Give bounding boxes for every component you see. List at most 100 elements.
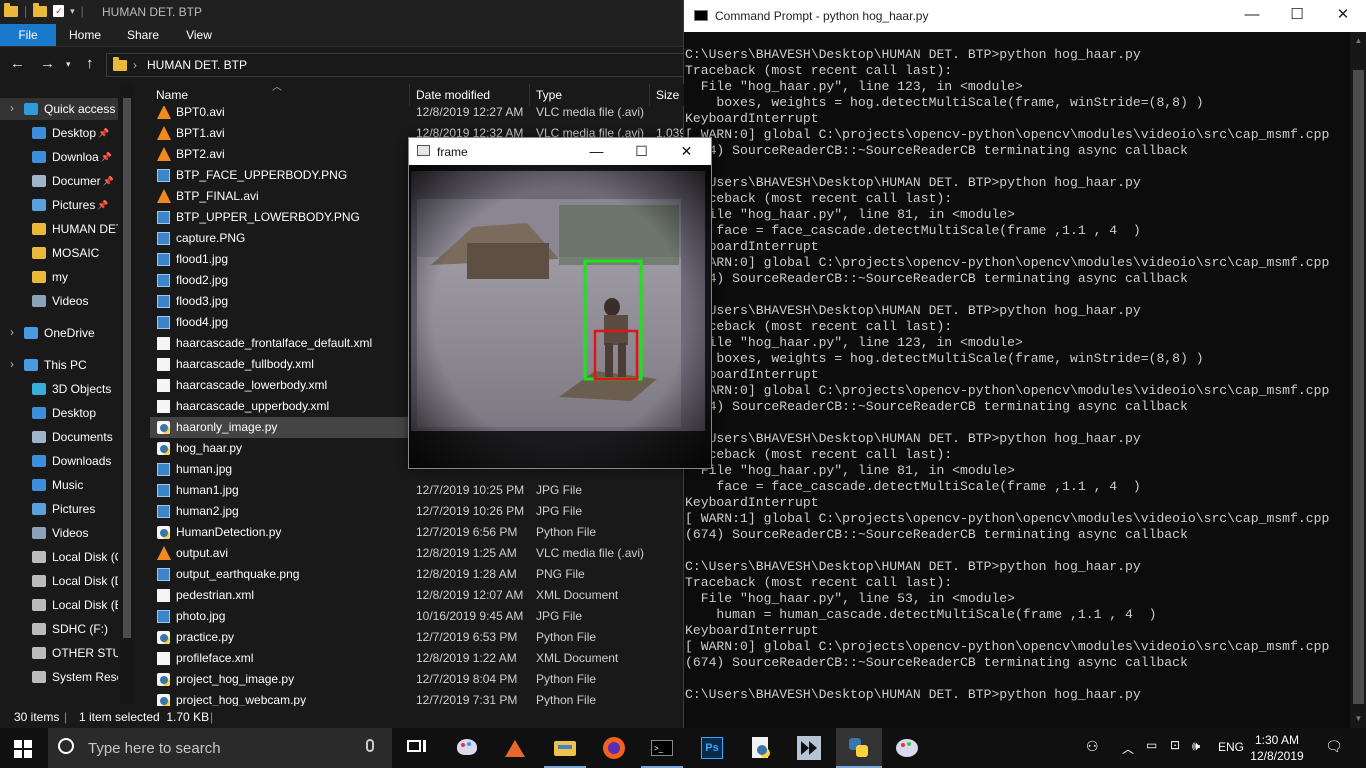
nav-item[interactable]: Local Disk (D xyxy=(0,570,118,592)
file-row[interactable]: pedestrian.xml 12/8/2019 12:07 AM XML Docu… xyxy=(150,585,684,606)
tab-file[interactable]: File xyxy=(0,24,56,46)
nav-item-label: System Rese xyxy=(52,670,118,684)
nav-item[interactable]: Downloads xyxy=(0,450,118,472)
notifications-icon[interactable]: 🗨 xyxy=(1325,738,1343,755)
file-row[interactable]: output.avi 12/8/2019 1:25 AM VLC media fil… xyxy=(150,543,684,564)
people-icon[interactable]: ⚇ xyxy=(1086,738,1099,755)
nav-item[interactable]: Pictures xyxy=(0,498,118,520)
console-scrollbar[interactable]: ▲ ▼ xyxy=(1350,32,1366,728)
column-header-type[interactable]: Type xyxy=(530,84,650,106)
checklist-icon[interactable]: ✓ xyxy=(53,5,65,17)
maximize-button[interactable]: ☐ xyxy=(1274,0,1320,32)
paint-palette-icon[interactable] xyxy=(895,736,919,760)
nav-item[interactable]: This PC xyxy=(0,354,118,376)
nav-item[interactable]: 3D Objects xyxy=(0,378,118,400)
python-running-icon[interactable] xyxy=(847,736,871,760)
pin-icon: 📌 xyxy=(97,199,109,210)
input-language[interactable]: ENG xyxy=(1218,740,1244,754)
nav-item[interactable]: Downloa 📌 xyxy=(0,146,118,168)
nav-item[interactable]: Desktop 📌 xyxy=(0,122,118,144)
file-row[interactable]: HumanDetection.py 12/7/2019 6:56 PM Python… xyxy=(150,522,684,543)
python-file-icon[interactable] xyxy=(749,736,773,760)
battery-icon[interactable]: ▭ xyxy=(1146,738,1157,752)
microphone-icon[interactable] xyxy=(366,739,374,752)
nav-item[interactable]: Documents xyxy=(0,426,118,448)
volume-icon[interactable]: 🕪 xyxy=(1192,738,1200,754)
frame-close-button[interactable]: ✕ xyxy=(664,138,709,165)
nav-item[interactable]: Local Disk (E xyxy=(0,594,118,616)
expand-chevron-icon[interactable]: › xyxy=(10,101,14,115)
frame-maximize-button[interactable]: ☐ xyxy=(619,138,664,165)
file-name: output_earthquake.png xyxy=(176,567,300,581)
nav-item[interactable]: Local Disk (C xyxy=(0,546,118,568)
paint-app-icon[interactable] xyxy=(455,736,479,760)
console-line: Traceback (most recent call last): xyxy=(685,319,953,334)
address-bar[interactable]: › HUMAN DET. BTP xyxy=(106,53,685,77)
firefox-icon[interactable] xyxy=(602,736,626,760)
breadcrumb[interactable]: HUMAN DET. BTP xyxy=(147,58,247,72)
console-output[interactable]: C:\Users\BHAVESH\Desktop\HUMAN DET. BTP>… xyxy=(684,47,1350,727)
media-player-icon[interactable] xyxy=(797,736,821,760)
recent-locations-icon[interactable]: ▾ xyxy=(66,59,71,70)
command-prompt-taskbar-icon[interactable]: >_ xyxy=(650,736,674,760)
console-scroll-thumb[interactable] xyxy=(1353,70,1364,704)
nav-item[interactable]: Videos xyxy=(0,290,118,312)
explorer-title: HUMAN DET. BTP xyxy=(102,5,203,19)
frame-minimize-button[interactable]: — xyxy=(574,138,619,165)
nav-item[interactable]: HUMAN DET xyxy=(0,218,118,240)
up-arrow-icon[interactable]: ↑ xyxy=(86,55,94,72)
minimize-button[interactable]: — xyxy=(1229,0,1275,32)
expand-chevron-icon[interactable]: › xyxy=(10,357,14,371)
nav-item-label: Documer xyxy=(52,174,101,188)
nav-item[interactable]: Desktop xyxy=(0,402,118,424)
customize-toolbar-icon[interactable]: ▾ xyxy=(70,6,75,17)
nav-item[interactable]: System Rese xyxy=(0,666,118,688)
nav-item-label: MOSAIC xyxy=(52,246,100,260)
back-arrow-icon[interactable]: ← xyxy=(10,55,25,72)
file-row[interactable]: human2.jpg 12/7/2019 10:26 PM JPG File xyxy=(150,501,684,522)
show-hidden-icons-chevron-icon[interactable]: ︿ xyxy=(1122,740,1134,757)
navigation-scroll-thumb[interactable] xyxy=(123,98,131,638)
file-explorer-taskbar-icon[interactable] xyxy=(553,736,577,760)
nav-item[interactable]: Pictures 📌 xyxy=(0,194,118,216)
nav-item[interactable]: SDHC (F:) xyxy=(0,618,118,640)
file-row[interactable]: photo.jpg 10/16/2019 9:45 AM JPG File xyxy=(150,606,684,627)
forward-arrow-icon[interactable]: → xyxy=(40,55,55,72)
file-row[interactable]: human1.jpg 12/7/2019 10:25 PM JPG File xyxy=(150,480,684,501)
search-box[interactable]: Type here to search xyxy=(48,728,392,768)
documents-icon xyxy=(32,431,46,443)
matlab-icon[interactable] xyxy=(503,736,527,760)
network-icon[interactable]: ⊡ xyxy=(1170,738,1180,752)
nav-item[interactable]: OneDrive xyxy=(0,322,118,344)
file-row[interactable]: profileface.xml 12/8/2019 1:22 AM XML Docu… xyxy=(150,648,684,669)
nav-item[interactable]: OTHER STUF xyxy=(0,642,118,664)
nav-item[interactable]: Videos xyxy=(0,522,118,544)
expand-chevron-icon[interactable]: › xyxy=(10,325,14,339)
file-row[interactable]: output_earthquake.png 12/8/2019 1:28 AM PN… xyxy=(150,564,684,585)
tab-view[interactable]: View xyxy=(174,24,224,46)
properties-icon[interactable] xyxy=(33,2,48,17)
navigation-scrollbar[interactable] xyxy=(120,84,134,704)
column-header-size[interactable]: Size xyxy=(650,84,684,106)
file-type: Python File xyxy=(536,630,597,644)
tab-home[interactable]: Home xyxy=(60,24,110,46)
console-line: KeyboardInterrupt xyxy=(685,111,819,126)
nav-item[interactable]: MOSAIC xyxy=(0,242,118,264)
tab-share[interactable]: Share xyxy=(118,24,168,46)
nav-item[interactable]: Documer 📌 xyxy=(0,170,118,192)
file-type: PNG File xyxy=(536,567,585,581)
photoshop-icon[interactable]: Ps xyxy=(700,736,724,760)
image-file-icon xyxy=(157,211,170,224)
clock[interactable]: 1:30 AM 12/8/2019 xyxy=(1250,732,1304,764)
close-button[interactable]: ✕ xyxy=(1320,0,1366,32)
scroll-up-icon[interactable]: ▲ xyxy=(1353,36,1364,45)
file-row[interactable]: project_hog_image.py 12/7/2019 8:04 PM Pyt… xyxy=(150,669,684,690)
nav-item[interactable]: Quick access xyxy=(0,98,118,120)
scroll-down-icon[interactable]: ▼ xyxy=(1353,714,1364,723)
nav-item[interactable]: my xyxy=(0,266,118,288)
task-view-icon[interactable] xyxy=(405,736,429,760)
nav-item[interactable]: Music xyxy=(0,474,118,496)
start-button[interactable] xyxy=(14,740,32,758)
file-row[interactable]: practice.py 12/7/2019 6:53 PM Python File xyxy=(150,627,684,648)
column-header-date[interactable]: Date modified xyxy=(410,84,530,106)
